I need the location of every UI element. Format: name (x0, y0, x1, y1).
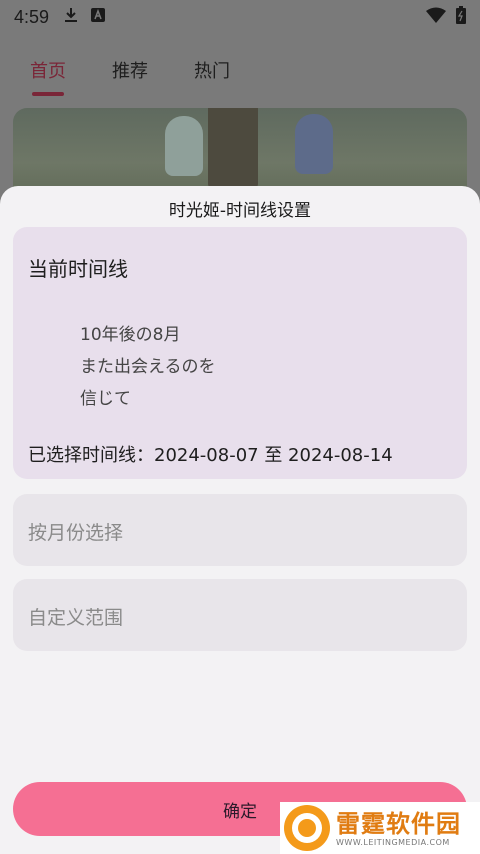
watermark: 雷霆软件园 WWW.LEITINGMEDIA.COM (280, 802, 480, 854)
current-timeline-heading: 当前时间线 (28, 257, 128, 281)
poem-line: また出会えるのを (80, 357, 216, 377)
banner-character-right (295, 114, 333, 174)
custom-range-option[interactable]: 自定义范围 (13, 579, 467, 651)
battery-icon (456, 5, 466, 29)
tab-hot[interactable]: 热门 (194, 57, 230, 83)
sheet-title: 时光姬-时间线设置 (168, 201, 312, 221)
poem-line: 10年後の8月 (80, 325, 181, 345)
wifi-icon (426, 7, 446, 28)
selected-timeline-range: 已选择时间线：2024-08-07 至 2024-08-14 (28, 445, 393, 466)
app-a-icon (91, 8, 106, 26)
current-timeline-card: 当前时间线 10年後の8月 また出会えるのを 信じて 已选择时间线：2024-0… (13, 227, 467, 479)
custom-range-label: 自定义范围 (28, 607, 124, 629)
banner-character-left (165, 116, 203, 176)
timeline-poem: 10年後の8月 また出会えるのを 信じて (80, 319, 216, 415)
status-time: 4:59 (14, 6, 50, 27)
watermark-text: 雷霆软件园 WWW.LEITINGMEDIA.COM (336, 810, 461, 847)
tab-home[interactable]: 首页 (30, 57, 66, 83)
watermark-name: 雷霆软件园 (336, 809, 461, 838)
poem-line: 信じて (80, 389, 131, 409)
tab-recommend[interactable]: 推荐 (112, 57, 148, 83)
watermark-logo-icon (284, 805, 330, 851)
watermark-url: WWW.LEITINGMEDIA.COM (336, 837, 450, 847)
banner-door (208, 108, 258, 188)
select-by-month-label: 按月份选择 (28, 522, 124, 544)
download-icon (63, 7, 79, 27)
timeline-settings-sheet: 时光姬-时间线设置 当前时间线 10年後の8月 また出会えるのを 信じて 已选择… (0, 186, 480, 854)
status-bar: 4:59 (0, 0, 480, 34)
top-tabs: 首页 推荐 热门 (0, 44, 480, 96)
select-by-month-option[interactable]: 按月份选择 (13, 494, 467, 566)
tab-indicator (32, 92, 64, 96)
